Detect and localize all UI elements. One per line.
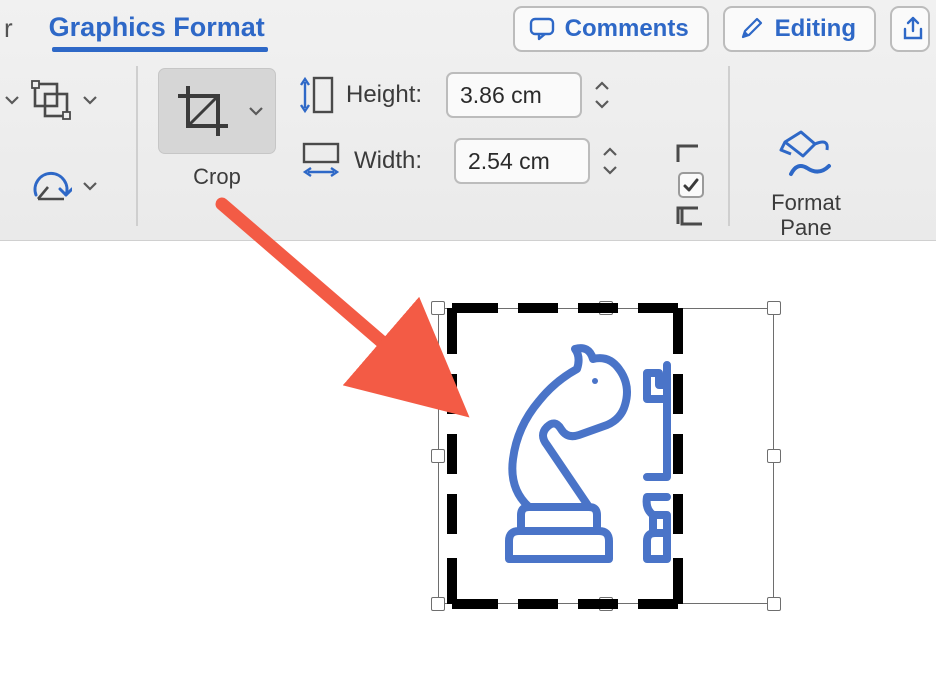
format-pane-label-line1: Format [771, 190, 841, 215]
height-label: Height: [346, 81, 436, 109]
chevron-up-icon [594, 80, 610, 92]
tab-graphics-format[interactable]: Graphics Format [39, 8, 275, 49]
rotate-dropdown-fragment[interactable] [0, 158, 136, 214]
lock-aspect-corner-top-icon[interactable] [676, 144, 704, 164]
comment-icon [529, 16, 555, 42]
chevron-down-icon [2, 90, 22, 110]
pencil-icon [739, 16, 765, 42]
selection-handle-bottom[interactable] [599, 597, 613, 611]
size-group: Height: 3.86 cm Width: 2.54 cm [294, 66, 618, 184]
format-pane-label: Format Pane [771, 190, 841, 241]
selection-handle-right[interactable] [767, 449, 781, 463]
selected-image-bounding-box[interactable] [438, 308, 774, 604]
position-dropdown-fragment[interactable] [0, 72, 136, 128]
tab-active-underline [52, 47, 268, 52]
chevron-down-icon [80, 90, 100, 110]
crop-group: Crop [138, 66, 294, 190]
chevron-down-icon [80, 176, 100, 196]
height-value: 3.86 cm [460, 82, 542, 109]
chess-pieces-graphic [439, 309, 773, 603]
share-button[interactable] [890, 6, 930, 52]
crop-icon [165, 73, 241, 149]
crop-dropdown-chevron[interactable] [241, 102, 271, 120]
format-pane-icon [777, 126, 835, 184]
group-objects-icon [30, 79, 72, 121]
left-group-fragment [0, 66, 136, 214]
selection-handle-left[interactable] [431, 449, 445, 463]
width-input[interactable]: 2.54 cm [454, 138, 590, 184]
width-row: Width: 2.54 cm [298, 138, 618, 184]
selection-handle-top[interactable] [599, 301, 613, 315]
selection-handle-top-left[interactable] [431, 301, 445, 315]
width-spinner[interactable] [602, 146, 618, 176]
rotate-icon [30, 167, 72, 205]
crop-button[interactable] [158, 68, 276, 154]
share-icon [899, 15, 927, 43]
width-label: Width: [354, 147, 444, 175]
ribbon-group-divider [728, 66, 730, 226]
ribbon-tab-bar: r Graphics Format Comments Editing [0, 0, 936, 56]
height-input[interactable]: 3.86 cm [446, 72, 582, 118]
height-icon [298, 72, 336, 118]
chevron-down-icon [247, 102, 265, 120]
chevron-down-icon [594, 98, 610, 110]
comments-button[interactable]: Comments [513, 6, 709, 52]
ribbon: r Graphics Format Comments Editing [0, 0, 936, 241]
selection-handle-top-right[interactable] [767, 301, 781, 315]
selection-handle-bottom-right[interactable] [767, 597, 781, 611]
dialog-launcher-icon[interactable] [676, 206, 704, 226]
chevron-up-icon [602, 146, 618, 158]
ribbon-body: Crop Height: 3.86 cm [0, 56, 936, 240]
editing-label: Editing [775, 15, 856, 43]
height-spinner[interactable] [594, 80, 610, 110]
format-pane-label-line2: Pane [780, 215, 831, 240]
width-icon [298, 138, 344, 184]
crop-label: Crop [193, 164, 241, 190]
lock-aspect-checkbox[interactable] [678, 172, 704, 198]
header-right-controls: Comments Editing [513, 4, 936, 52]
checkmark-icon [682, 176, 700, 194]
chevron-down-icon [602, 164, 618, 176]
comments-label: Comments [565, 15, 689, 43]
tab-fragment-r[interactable]: r [0, 13, 21, 44]
height-row: Height: 3.86 cm [298, 72, 618, 118]
format-pane-button[interactable]: Format Pane [750, 126, 862, 241]
editing-button[interactable]: Editing [723, 6, 876, 52]
width-value: 2.54 cm [468, 148, 550, 175]
selection-handle-bottom-left[interactable] [431, 597, 445, 611]
size-dialog-group [676, 144, 704, 226]
